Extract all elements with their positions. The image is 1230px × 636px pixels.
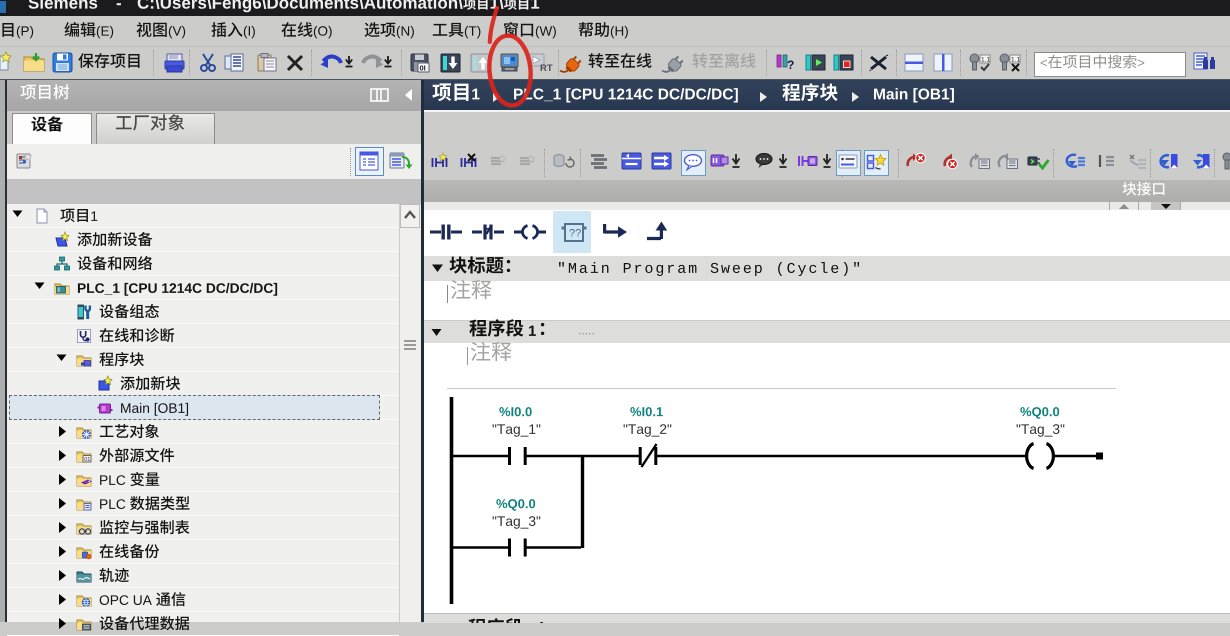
svg-text:01: 01 [84,457,90,463]
svg-text:1.1: 1.1 [981,57,990,64]
svg-text:?: ? [787,58,794,72]
svg-text:0I: 0I [420,64,426,73]
svg-text:1.1: 1.1 [1011,57,1020,64]
svg-text:??: ?? [569,228,581,240]
